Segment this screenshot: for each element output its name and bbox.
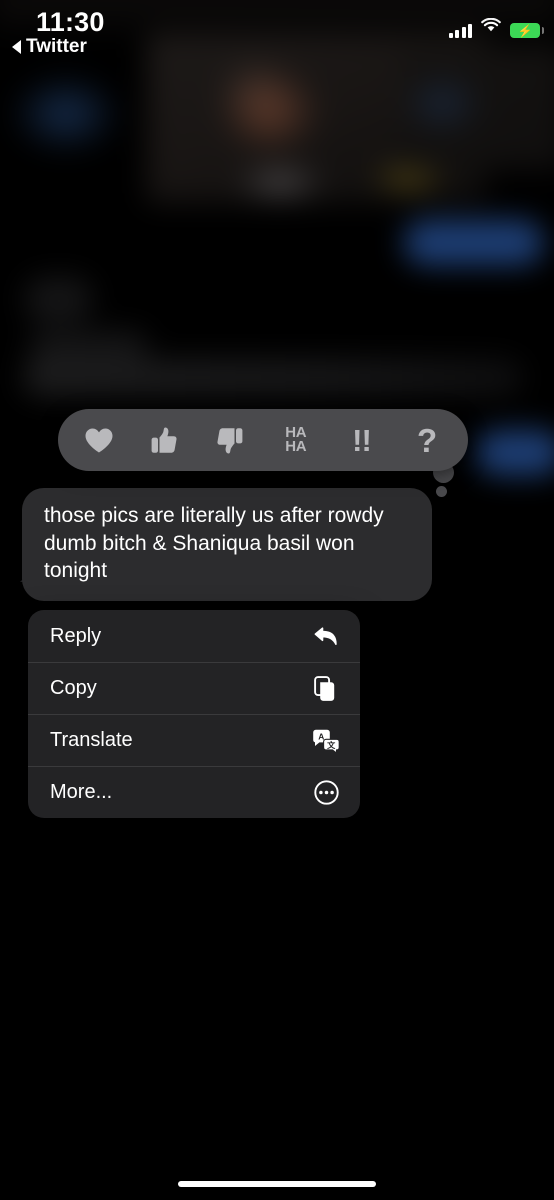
tapback-thumbs-up-button[interactable]	[141, 417, 187, 463]
wifi-icon	[481, 17, 501, 38]
haha-icon: HA HA	[285, 424, 307, 455]
tapback-tail-dot-small	[436, 486, 447, 497]
back-to-app-button[interactable]: Twitter	[12, 36, 87, 58]
imessage-conversation-screen: 11:30 Twitter ⚡ HA HA !! ? those pics ar…	[0, 0, 554, 1200]
cellular-signal-icon	[448, 23, 472, 38]
focused-message-bubble[interactable]: those pics are literally us after rowdy …	[22, 488, 432, 602]
home-indicator[interactable]	[178, 1181, 376, 1187]
menu-item-label: More...	[50, 781, 113, 803]
tapback-question-button[interactable]: ?	[404, 417, 450, 463]
heart-icon	[84, 427, 114, 454]
thumbs-down-icon	[216, 426, 244, 455]
menu-item-label: Copy	[50, 677, 97, 699]
back-triangle-icon	[12, 40, 21, 54]
battery-charging-icon: ⚡	[510, 23, 544, 38]
tapback-exclamation-button[interactable]: !!	[338, 417, 384, 463]
tapback-reaction-bar[interactable]: HA HA !! ?	[58, 409, 468, 471]
status-bar-clock: 11:30	[36, 7, 105, 37]
menu-item-label: Translate	[50, 729, 133, 751]
tapback-thumbs-down-button[interactable]	[207, 417, 253, 463]
tapback-heart-button[interactable]	[76, 417, 122, 463]
ellipsis-circle-icon	[312, 779, 340, 807]
menu-item-label: Reply	[50, 624, 102, 647]
menu-item-more[interactable]: More...	[28, 766, 360, 818]
translate-bubbles-icon: A 文	[312, 727, 340, 755]
menu-item-translate[interactable]: Translate A 文	[28, 714, 360, 766]
back-app-label: Twitter	[26, 36, 87, 57]
thumbs-up-icon	[150, 426, 178, 455]
copy-doc-on-doc-icon	[312, 675, 340, 703]
svg-text:文: 文	[327, 740, 336, 750]
tapback-haha-button[interactable]: HA HA	[273, 417, 319, 463]
message-context-menu[interactable]: Reply Copy Translate A 文 More...	[28, 610, 360, 818]
question-mark-icon: ?	[417, 421, 438, 459]
message-text: those pics are literally us after rowdy …	[44, 504, 384, 583]
status-bar-indicators: ⚡	[448, 17, 544, 38]
menu-item-reply[interactable]: Reply	[28, 610, 360, 662]
double-exclamation-icon: !!	[352, 422, 372, 458]
reply-arrow-icon	[312, 622, 340, 650]
status-bar: 11:30 Twitter ⚡	[0, 0, 554, 58]
menu-item-copy[interactable]: Copy	[28, 662, 360, 714]
svg-text:A: A	[318, 731, 324, 741]
